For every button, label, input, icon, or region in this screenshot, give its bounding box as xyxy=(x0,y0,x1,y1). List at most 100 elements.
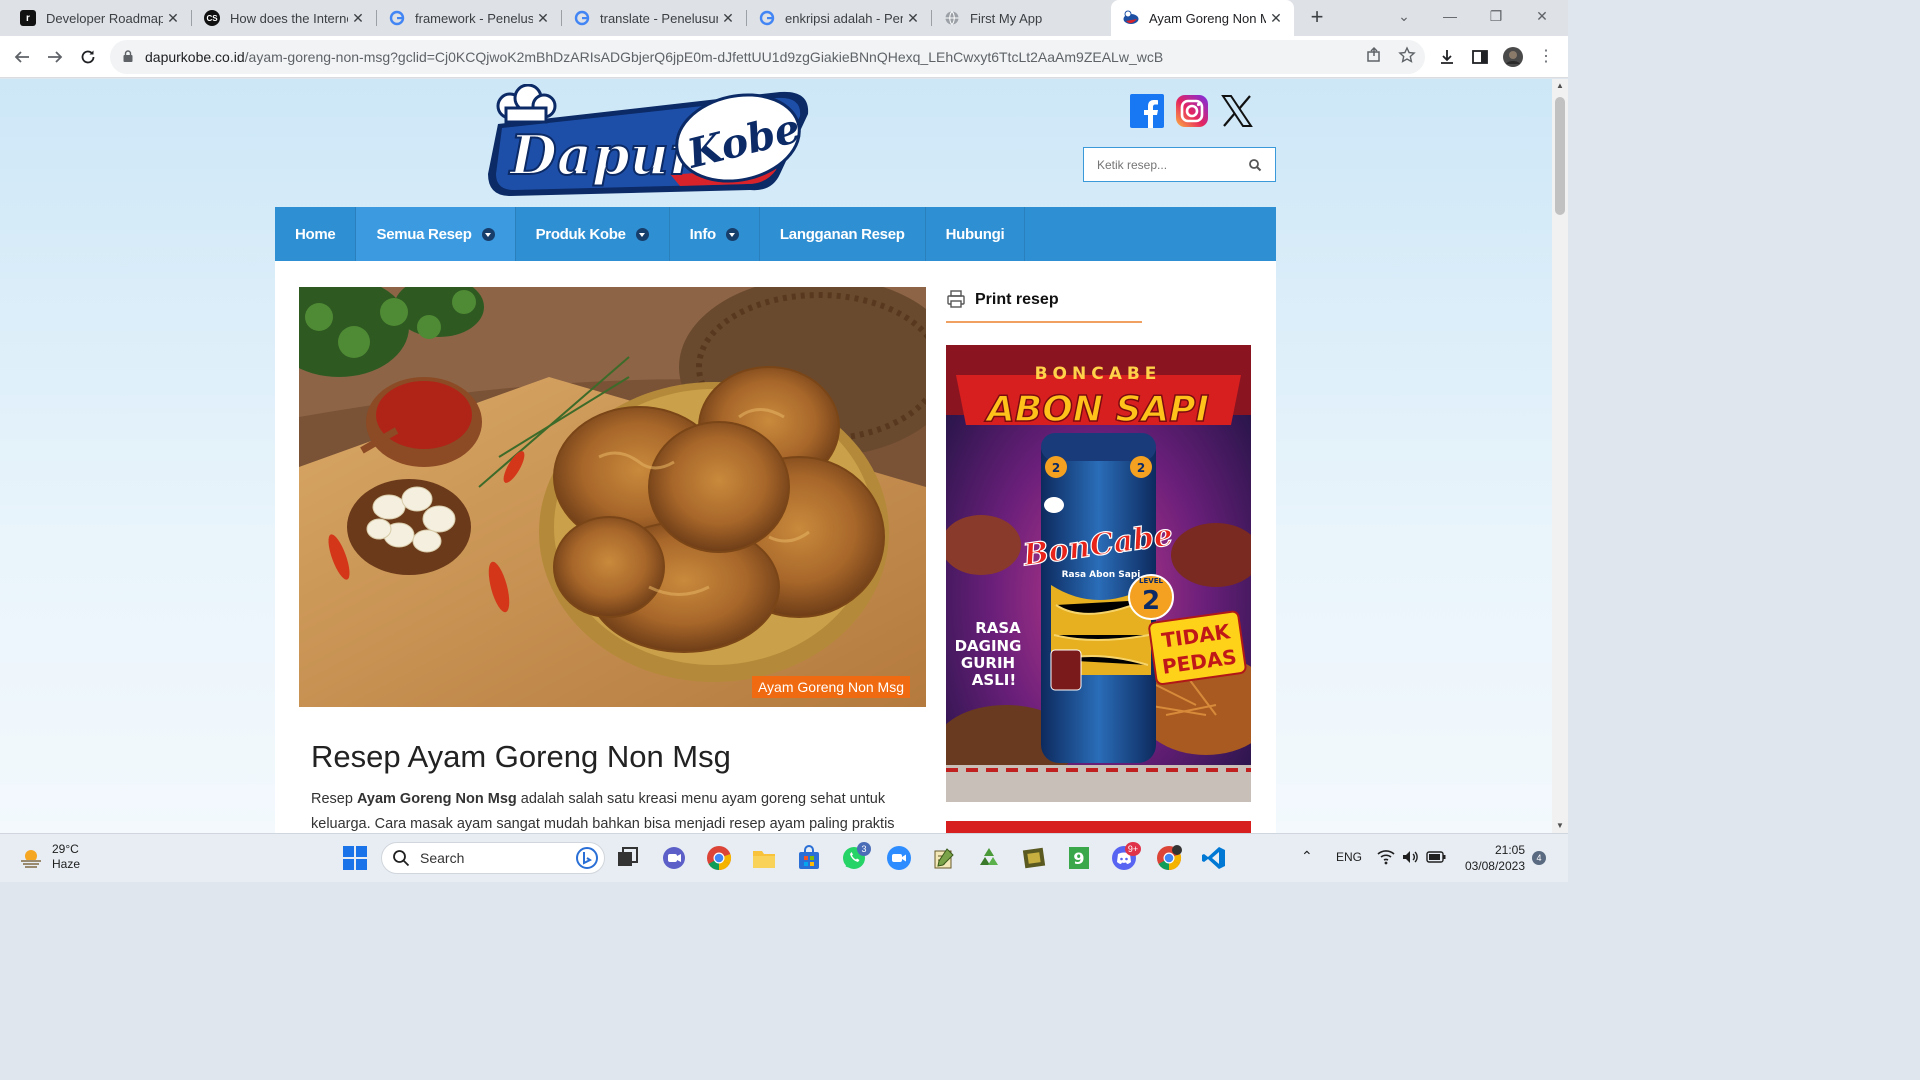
notification-badge[interactable]: 4 xyxy=(1532,851,1546,865)
tab-ayam-goreng[interactable]: Ayam Goreng Non M ✕ xyxy=(1111,0,1294,36)
close-icon[interactable]: ✕ xyxy=(163,10,183,27)
hero-caption: Ayam Goreng Non Msg xyxy=(751,676,910,698)
boncabe-ad-banner[interactable]: BONCABE ABON SAPI 2 2 BonCabe Rasa Abon … xyxy=(946,345,1251,802)
forward-icon[interactable] xyxy=(44,46,66,68)
new-tab-button[interactable]: + xyxy=(1305,6,1329,30)
recipe-search-input[interactable] xyxy=(1084,157,1244,172)
ad-level-label: LEVEL xyxy=(1139,577,1163,585)
ad-rasa-line: GURIH xyxy=(961,654,1015,672)
chrome-profile-icon[interactable] xyxy=(1156,845,1182,871)
teams-chat-icon[interactable] xyxy=(661,845,687,871)
browser-tab-strip: r Developer Roadmaps ✕ CS How does the I… xyxy=(0,0,1568,36)
google-icon xyxy=(574,10,590,26)
scroll-up-icon[interactable]: ▲ xyxy=(1552,79,1568,93)
hero-image: Ayam Goreng Non Msg xyxy=(299,287,926,707)
back-icon[interactable] xyxy=(11,46,33,68)
zoom-icon[interactable] xyxy=(886,845,912,871)
haze-sun-icon xyxy=(21,850,41,868)
tab-enkripsi[interactable]: enkripsi adalah - Pen ✕ xyxy=(747,0,931,36)
close-icon[interactable]: ✕ xyxy=(1266,10,1286,27)
archive-app-icon[interactable] xyxy=(1021,845,1047,871)
close-window-icon[interactable]: ✕ xyxy=(1532,8,1552,25)
close-icon[interactable]: ✕ xyxy=(348,10,368,27)
scroll-down-icon[interactable]: ▼ xyxy=(1552,819,1568,833)
wifi-icon[interactable] xyxy=(1377,849,1395,868)
whatsapp-badge: 3 xyxy=(857,842,871,856)
reload-icon[interactable] xyxy=(77,46,99,68)
ad-headline: ABON SAPI xyxy=(984,389,1209,430)
close-icon[interactable]: ✕ xyxy=(533,10,553,27)
second-ad-banner[interactable] xyxy=(946,821,1251,833)
microsoft-store-icon[interactable] xyxy=(796,845,822,871)
nav-home[interactable]: Home xyxy=(275,207,357,261)
nav-info[interactable]: Info xyxy=(670,207,760,261)
instagram-icon[interactable] xyxy=(1175,94,1209,128)
dapurkobe-icon xyxy=(1123,10,1139,26)
nav-label: Langganan Resep xyxy=(779,225,905,243)
page-scrollbar[interactable]: ▲ ▼ xyxy=(1552,79,1568,833)
ad-rasa-line: DAGING xyxy=(955,637,1022,655)
file-explorer-icon[interactable] xyxy=(751,845,777,871)
nav-langganan-resep[interactable]: Langganan Resep xyxy=(760,207,926,261)
scrollbar-thumb[interactable] xyxy=(1555,97,1565,215)
volume-icon[interactable] xyxy=(1401,849,1419,868)
print-recipe-button[interactable]: Print resep xyxy=(946,287,1142,323)
tab-label: Developer Roadmaps xyxy=(46,10,163,26)
ad-rasa-line: ASLI! xyxy=(972,671,1016,689)
bing-icon[interactable] xyxy=(576,847,598,869)
taskbar-search[interactable]: Search xyxy=(381,842,605,874)
profile-avatar[interactable] xyxy=(1502,46,1524,68)
roadmap-icon: r xyxy=(20,10,36,26)
intro-bold: Ayam Goreng Non Msg xyxy=(356,791,517,807)
google-icon xyxy=(759,10,775,26)
chevron-up-icon[interactable]: ⌃ xyxy=(1301,848,1313,865)
download-icon[interactable] xyxy=(1436,46,1458,68)
tab-framework[interactable]: framework - Penelusu ✕ xyxy=(377,0,561,36)
printer-icon xyxy=(947,290,965,308)
tab-developer-roadmaps[interactable]: r Developer Roadmaps ✕ xyxy=(8,0,191,36)
side-panel-icon[interactable] xyxy=(1469,46,1491,68)
nav-label: Home xyxy=(295,225,336,243)
main-content: Ayam Goreng Non Msg Resep Ayam Goreng No… xyxy=(275,261,1276,833)
minimize-icon[interactable]: — xyxy=(1440,8,1460,24)
system-clock[interactable]: 21:05 03/08/2023 xyxy=(1455,842,1525,874)
tab-first-my-app[interactable]: First My App xyxy=(932,0,1110,36)
tab-label: How does the Interne xyxy=(230,10,348,26)
chevron-down-icon xyxy=(481,227,495,241)
facebook-icon[interactable] xyxy=(1130,94,1164,128)
recycle-app-icon[interactable] xyxy=(976,845,1002,871)
cs-icon: CS xyxy=(204,10,220,26)
ad-level-number: 2 xyxy=(1137,461,1145,475)
nav-semua-resep[interactable]: Semua Resep xyxy=(356,207,516,261)
tab-label: First My App xyxy=(970,10,1043,26)
notepad-icon[interactable] xyxy=(931,845,957,871)
nav-hubungi[interactable]: Hubungi xyxy=(926,207,1026,261)
language-indicator[interactable]: ENG xyxy=(1336,850,1362,864)
nav-produk-kobe[interactable]: Produk Kobe xyxy=(516,207,670,261)
bookmark-star-icon[interactable] xyxy=(1396,46,1418,68)
close-icon[interactable]: ✕ xyxy=(903,10,923,27)
task-view-icon[interactable] xyxy=(615,845,641,871)
search-icon[interactable] xyxy=(1248,158,1262,172)
share-icon[interactable] xyxy=(1363,46,1385,68)
chevron-down-icon[interactable]: ⌄ xyxy=(1394,8,1414,25)
recipe-title: Resep Ayam Goreng Non Msg xyxy=(311,739,731,774)
address-bar[interactable]: dapurkobe.co.id/ayam-goreng-non-msg?gcli… xyxy=(110,40,1425,74)
chrome-icon[interactable] xyxy=(706,845,732,871)
recipe-intro: Resep Ayam Goreng Non Msg adalah salah s… xyxy=(311,787,901,833)
tab-translate[interactable]: translate - Penelusura ✕ xyxy=(562,0,746,36)
x-twitter-icon[interactable] xyxy=(1220,94,1254,128)
more-options-icon[interactable]: ⋮ xyxy=(1535,46,1557,68)
weather-widget[interactable]: 29°C Haze xyxy=(18,842,80,872)
vscode-icon[interactable] xyxy=(1201,845,1227,871)
windows-start-icon[interactable] xyxy=(342,845,368,871)
lock-icon[interactable] xyxy=(122,50,134,62)
green-9-app-icon[interactable]: 9 xyxy=(1066,845,1092,871)
close-icon[interactable]: ✕ xyxy=(718,10,738,27)
tab-how-internet-works[interactable]: CS How does the Interne ✕ xyxy=(192,0,376,36)
site-logo[interactable]: Dapur Kobe xyxy=(480,83,816,200)
clock-date: 03/08/2023 xyxy=(1464,859,1525,873)
url-text[interactable]: dapurkobe.co.id/ayam-goreng-non-msg?gcli… xyxy=(145,49,1355,65)
restore-icon[interactable]: ❐ xyxy=(1486,8,1506,25)
battery-icon[interactable] xyxy=(1426,850,1446,867)
